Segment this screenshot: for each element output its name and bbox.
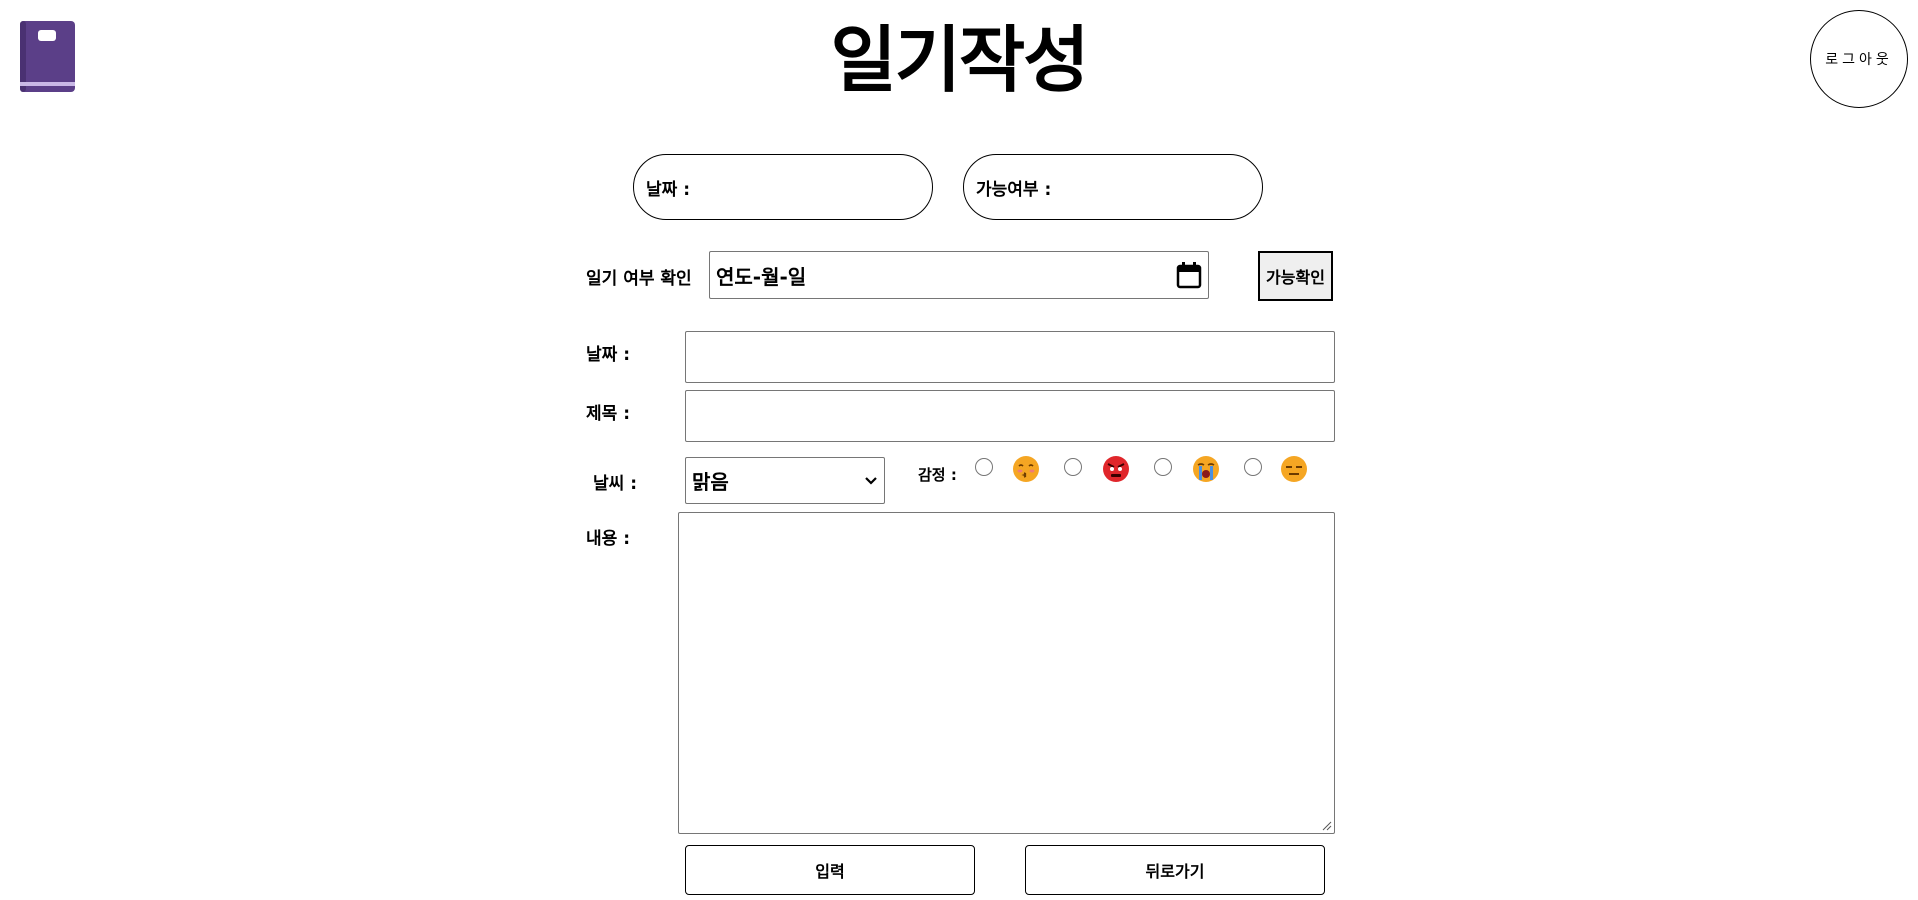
emotion-radio-kissing[interactable] — [975, 458, 993, 476]
check-date-placeholder: 연도-월-일 — [716, 264, 807, 289]
kissing-face-icon — [1013, 456, 1039, 482]
logout-button[interactable]: 로그아웃 — [1810, 10, 1908, 108]
title-field[interactable] — [685, 390, 1335, 442]
resize-handle-icon[interactable] — [1322, 821, 1332, 831]
page-title: 일기작성 — [830, 18, 1090, 102]
date-summary-label: 날짜 : — [646, 179, 690, 200]
emotion-radio-crying[interactable] — [1154, 458, 1172, 476]
weather-label: 날씨 : — [593, 474, 637, 494]
emotion-label: 감정 : — [918, 466, 957, 484]
content-textarea[interactable] — [678, 512, 1335, 834]
angry-face-icon — [1103, 456, 1129, 482]
diary-check-label: 일기 여부 확인 — [586, 269, 692, 289]
calendar-icon[interactable] — [1176, 261, 1202, 289]
emotion-radio-expressionless[interactable] — [1244, 458, 1262, 476]
date-summary-pill: 날짜 : — [633, 154, 933, 220]
form-date-label: 날짜 : — [586, 345, 630, 365]
form-title-label: 제목 : — [586, 404, 630, 424]
back-button[interactable]: 뒤로가기 — [1025, 845, 1325, 895]
check-availability-button[interactable]: 가능확인 — [1258, 251, 1333, 301]
emotion-radio-angry[interactable] — [1064, 458, 1082, 476]
availability-summary-label: 가능여부 : — [976, 179, 1052, 200]
availability-summary-pill: 가능여부 : — [963, 154, 1263, 220]
submit-button[interactable]: 입력 — [685, 845, 975, 895]
date-field[interactable] — [685, 331, 1335, 383]
weather-select[interactable]: 맑음 — [685, 457, 885, 504]
weather-selected-value: 맑음 — [692, 470, 729, 494]
crying-face-icon — [1193, 456, 1219, 482]
expressionless-face-icon — [1281, 456, 1307, 482]
chevron-down-icon — [865, 476, 877, 485]
check-date-input[interactable]: 연도-월-일 — [709, 251, 1209, 299]
content-label: 내용 : — [586, 529, 630, 549]
